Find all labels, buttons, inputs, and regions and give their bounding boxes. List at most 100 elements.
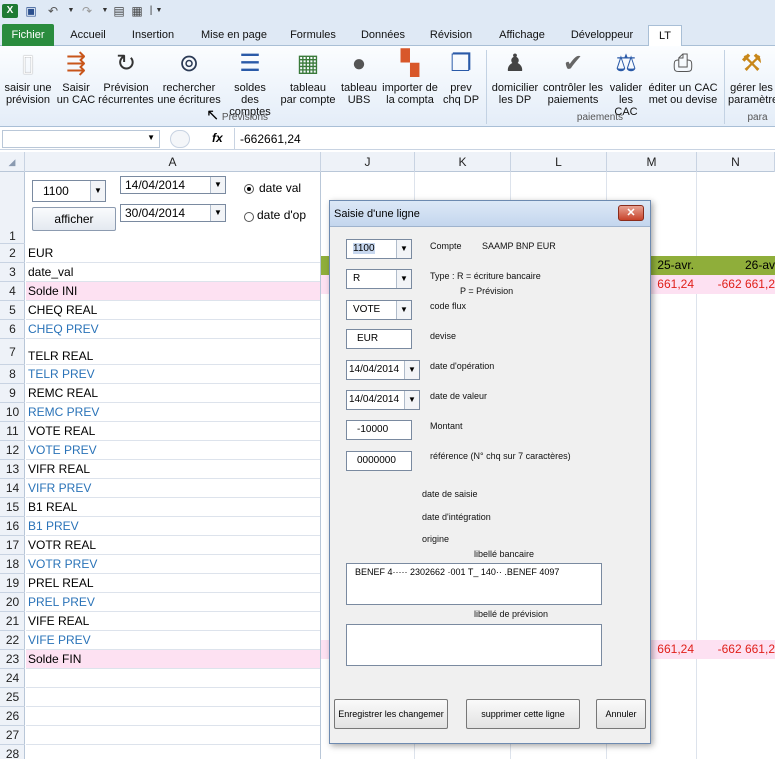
tab-fichier[interactable]: Fichier xyxy=(2,24,54,46)
cell-n23[interactable]: -662 661,2 xyxy=(700,642,775,656)
customize-qat-icon[interactable]: ▼ xyxy=(154,4,164,18)
cell-a11[interactable]: VOTE REAL xyxy=(26,422,320,441)
cancel-button[interactable]: Annuler xyxy=(596,699,646,729)
controler-paiements-button[interactable]: ✔ contrôler les paiements xyxy=(542,48,604,106)
row-header[interactable]: 18 xyxy=(0,555,25,574)
name-box-dropdown-icon[interactable]: ▼ xyxy=(147,133,155,142)
importer-compta-button[interactable]: ▚ importer de la compta xyxy=(380,48,440,106)
cell-a26[interactable] xyxy=(26,707,320,726)
column-header-m[interactable]: M xyxy=(607,152,697,172)
row-header[interactable]: 1 xyxy=(0,172,25,244)
cell-a2[interactable]: EUR xyxy=(26,244,320,263)
column-header-j[interactable]: J xyxy=(321,152,415,172)
cell-a17[interactable]: VOTR REAL xyxy=(26,536,320,555)
row-header[interactable]: 2 xyxy=(0,244,25,263)
undo-dropdown-icon[interactable]: ▼ xyxy=(66,4,76,18)
row-header[interactable]: 3 xyxy=(0,263,25,282)
soldes-comptes-button[interactable]: ☰ soldes des comptes xyxy=(224,48,276,118)
row-header[interactable]: 14 xyxy=(0,479,25,498)
cell-a27[interactable] xyxy=(26,726,320,745)
devise-field[interactable]: EUR xyxy=(346,329,412,349)
row-header[interactable]: 4 xyxy=(0,282,25,301)
column-header-k[interactable]: K xyxy=(415,152,511,172)
cell-a24[interactable] xyxy=(26,669,320,688)
radio-date-op[interactable] xyxy=(244,212,254,222)
row-header[interactable]: 8 xyxy=(0,365,25,384)
tab-developpeur[interactable]: Développeur xyxy=(562,25,642,45)
valider-cac-button[interactable]: ⚖ valider les CAC xyxy=(606,48,646,118)
cell-a19[interactable]: PREL REAL xyxy=(26,574,320,593)
cell-a7[interactable]: TELR REAL xyxy=(26,339,320,365)
cell-a5[interactable]: CHEQ REAL xyxy=(26,301,320,320)
row-header[interactable]: 20 xyxy=(0,593,25,612)
select-all-corner[interactable]: ◢ xyxy=(0,152,25,172)
prev-chq-dp-button[interactable]: ❐ prev chq DP xyxy=(442,48,480,106)
column-header-a[interactable]: A xyxy=(25,152,321,172)
prevision-recurrentes-button[interactable]: ↻ Prévision récurrentes xyxy=(98,48,154,106)
tab-lt[interactable]: LT xyxy=(648,25,682,47)
tab-donnees[interactable]: Données xyxy=(352,25,414,45)
print-icon[interactable]: ▦ xyxy=(130,4,144,18)
row-header[interactable]: 5 xyxy=(0,301,25,320)
domicilier-dp-button[interactable]: ♟ domicilier les DP xyxy=(490,48,540,106)
column-header-n[interactable]: N xyxy=(697,152,775,172)
tab-insertion[interactable]: Insertion xyxy=(122,25,184,45)
tab-formules[interactable]: Formules xyxy=(282,25,344,45)
row-header[interactable]: 26 xyxy=(0,707,25,726)
row-header[interactable]: 16 xyxy=(0,517,25,536)
tab-revision[interactable]: Révision xyxy=(420,25,482,45)
name-box[interactable]: ▼ xyxy=(2,130,160,148)
date-operation-combo[interactable]: 14/04/2014 ▼ xyxy=(346,360,420,380)
row-header[interactable]: 19 xyxy=(0,574,25,593)
type-combo[interactable]: R ▼ xyxy=(346,269,412,289)
tab-affichage[interactable]: Affichage xyxy=(490,25,554,45)
cell-a21[interactable]: VIFE REAL xyxy=(26,612,320,631)
cell-a8[interactable]: TELR PREV xyxy=(26,365,320,384)
close-icon[interactable]: ✕ xyxy=(618,205,644,221)
account-combo[interactable]: 1100 ▼ xyxy=(32,180,106,202)
cell-a3[interactable]: date_val xyxy=(26,263,320,282)
cell-a18[interactable]: VOTR PREV xyxy=(26,555,320,574)
excel-logo-icon[interactable]: X xyxy=(2,4,18,18)
libelle-bancaire-field[interactable]: BENEF 4····· 2302662 ·001 T_ 140·· .BENE… xyxy=(346,563,602,605)
cell-a12[interactable]: VOTE PREV xyxy=(26,441,320,460)
cell-a16[interactable]: B1 PREV xyxy=(26,517,320,536)
row-header[interactable]: 13 xyxy=(0,460,25,479)
chevron-down-icon[interactable]: ▼ xyxy=(404,391,419,409)
code-flux-combo[interactable]: VOTE ▼ xyxy=(346,300,412,320)
tableau-par-compte-button[interactable]: ▦ tableau par compte xyxy=(278,48,338,106)
reference-field[interactable]: 0000000 xyxy=(346,451,412,471)
cell-a15[interactable]: B1 REAL xyxy=(26,498,320,517)
cell-a9[interactable]: REMC REAL xyxy=(26,384,320,403)
chevron-down-icon[interactable]: ▼ xyxy=(90,181,105,201)
row-header[interactable]: 27 xyxy=(0,726,25,745)
row-header[interactable]: 12 xyxy=(0,441,25,460)
chevron-down-icon[interactable]: ▼ xyxy=(404,361,419,379)
cell-a22[interactable]: VIFE PREV xyxy=(26,631,320,650)
montant-field[interactable]: -10000 xyxy=(346,420,412,440)
row-header[interactable]: 9 xyxy=(0,384,25,403)
redo-icon[interactable]: ↷ xyxy=(80,4,94,18)
date-to-combo[interactable]: 30/04/2014 ▼ xyxy=(120,204,226,222)
radio-date-val[interactable] xyxy=(244,184,254,194)
cell-n3[interactable]: 26-av xyxy=(700,258,775,272)
cell-a20[interactable]: PREL PREV xyxy=(26,593,320,612)
row-header[interactable]: 21 xyxy=(0,612,25,631)
afficher-button[interactable]: afficher xyxy=(32,207,116,231)
cell-a6[interactable]: CHEQ PREV xyxy=(26,320,320,339)
date-valeur-combo[interactable]: 14/04/2014 ▼ xyxy=(346,390,420,410)
chevron-down-icon[interactable]: ▼ xyxy=(396,301,411,319)
redo-dropdown-icon[interactable]: ▼ xyxy=(100,4,110,18)
date-from-combo[interactable]: 14/04/2014 ▼ xyxy=(120,176,226,194)
cell-a13[interactable]: VIFR REAL xyxy=(26,460,320,479)
tab-accueil[interactable]: Accueil xyxy=(60,25,116,45)
row-header[interactable]: 23 xyxy=(0,650,25,669)
row-header[interactable]: 15 xyxy=(0,498,25,517)
gerer-parametres-button[interactable]: ⚒ gérer lesparamètres xyxy=(728,48,775,106)
row-header[interactable]: 10 xyxy=(0,403,25,422)
save-icon[interactable]: ▣ xyxy=(24,4,38,18)
chevron-down-icon[interactable]: ▼ xyxy=(210,177,225,193)
cell-a23[interactable]: Solde FIN xyxy=(26,650,320,669)
save-button[interactable]: Enregistrer les changemer xyxy=(334,699,448,729)
rechercher-ecritures-button[interactable]: ⊚ rechercher une écritures xyxy=(156,48,222,106)
